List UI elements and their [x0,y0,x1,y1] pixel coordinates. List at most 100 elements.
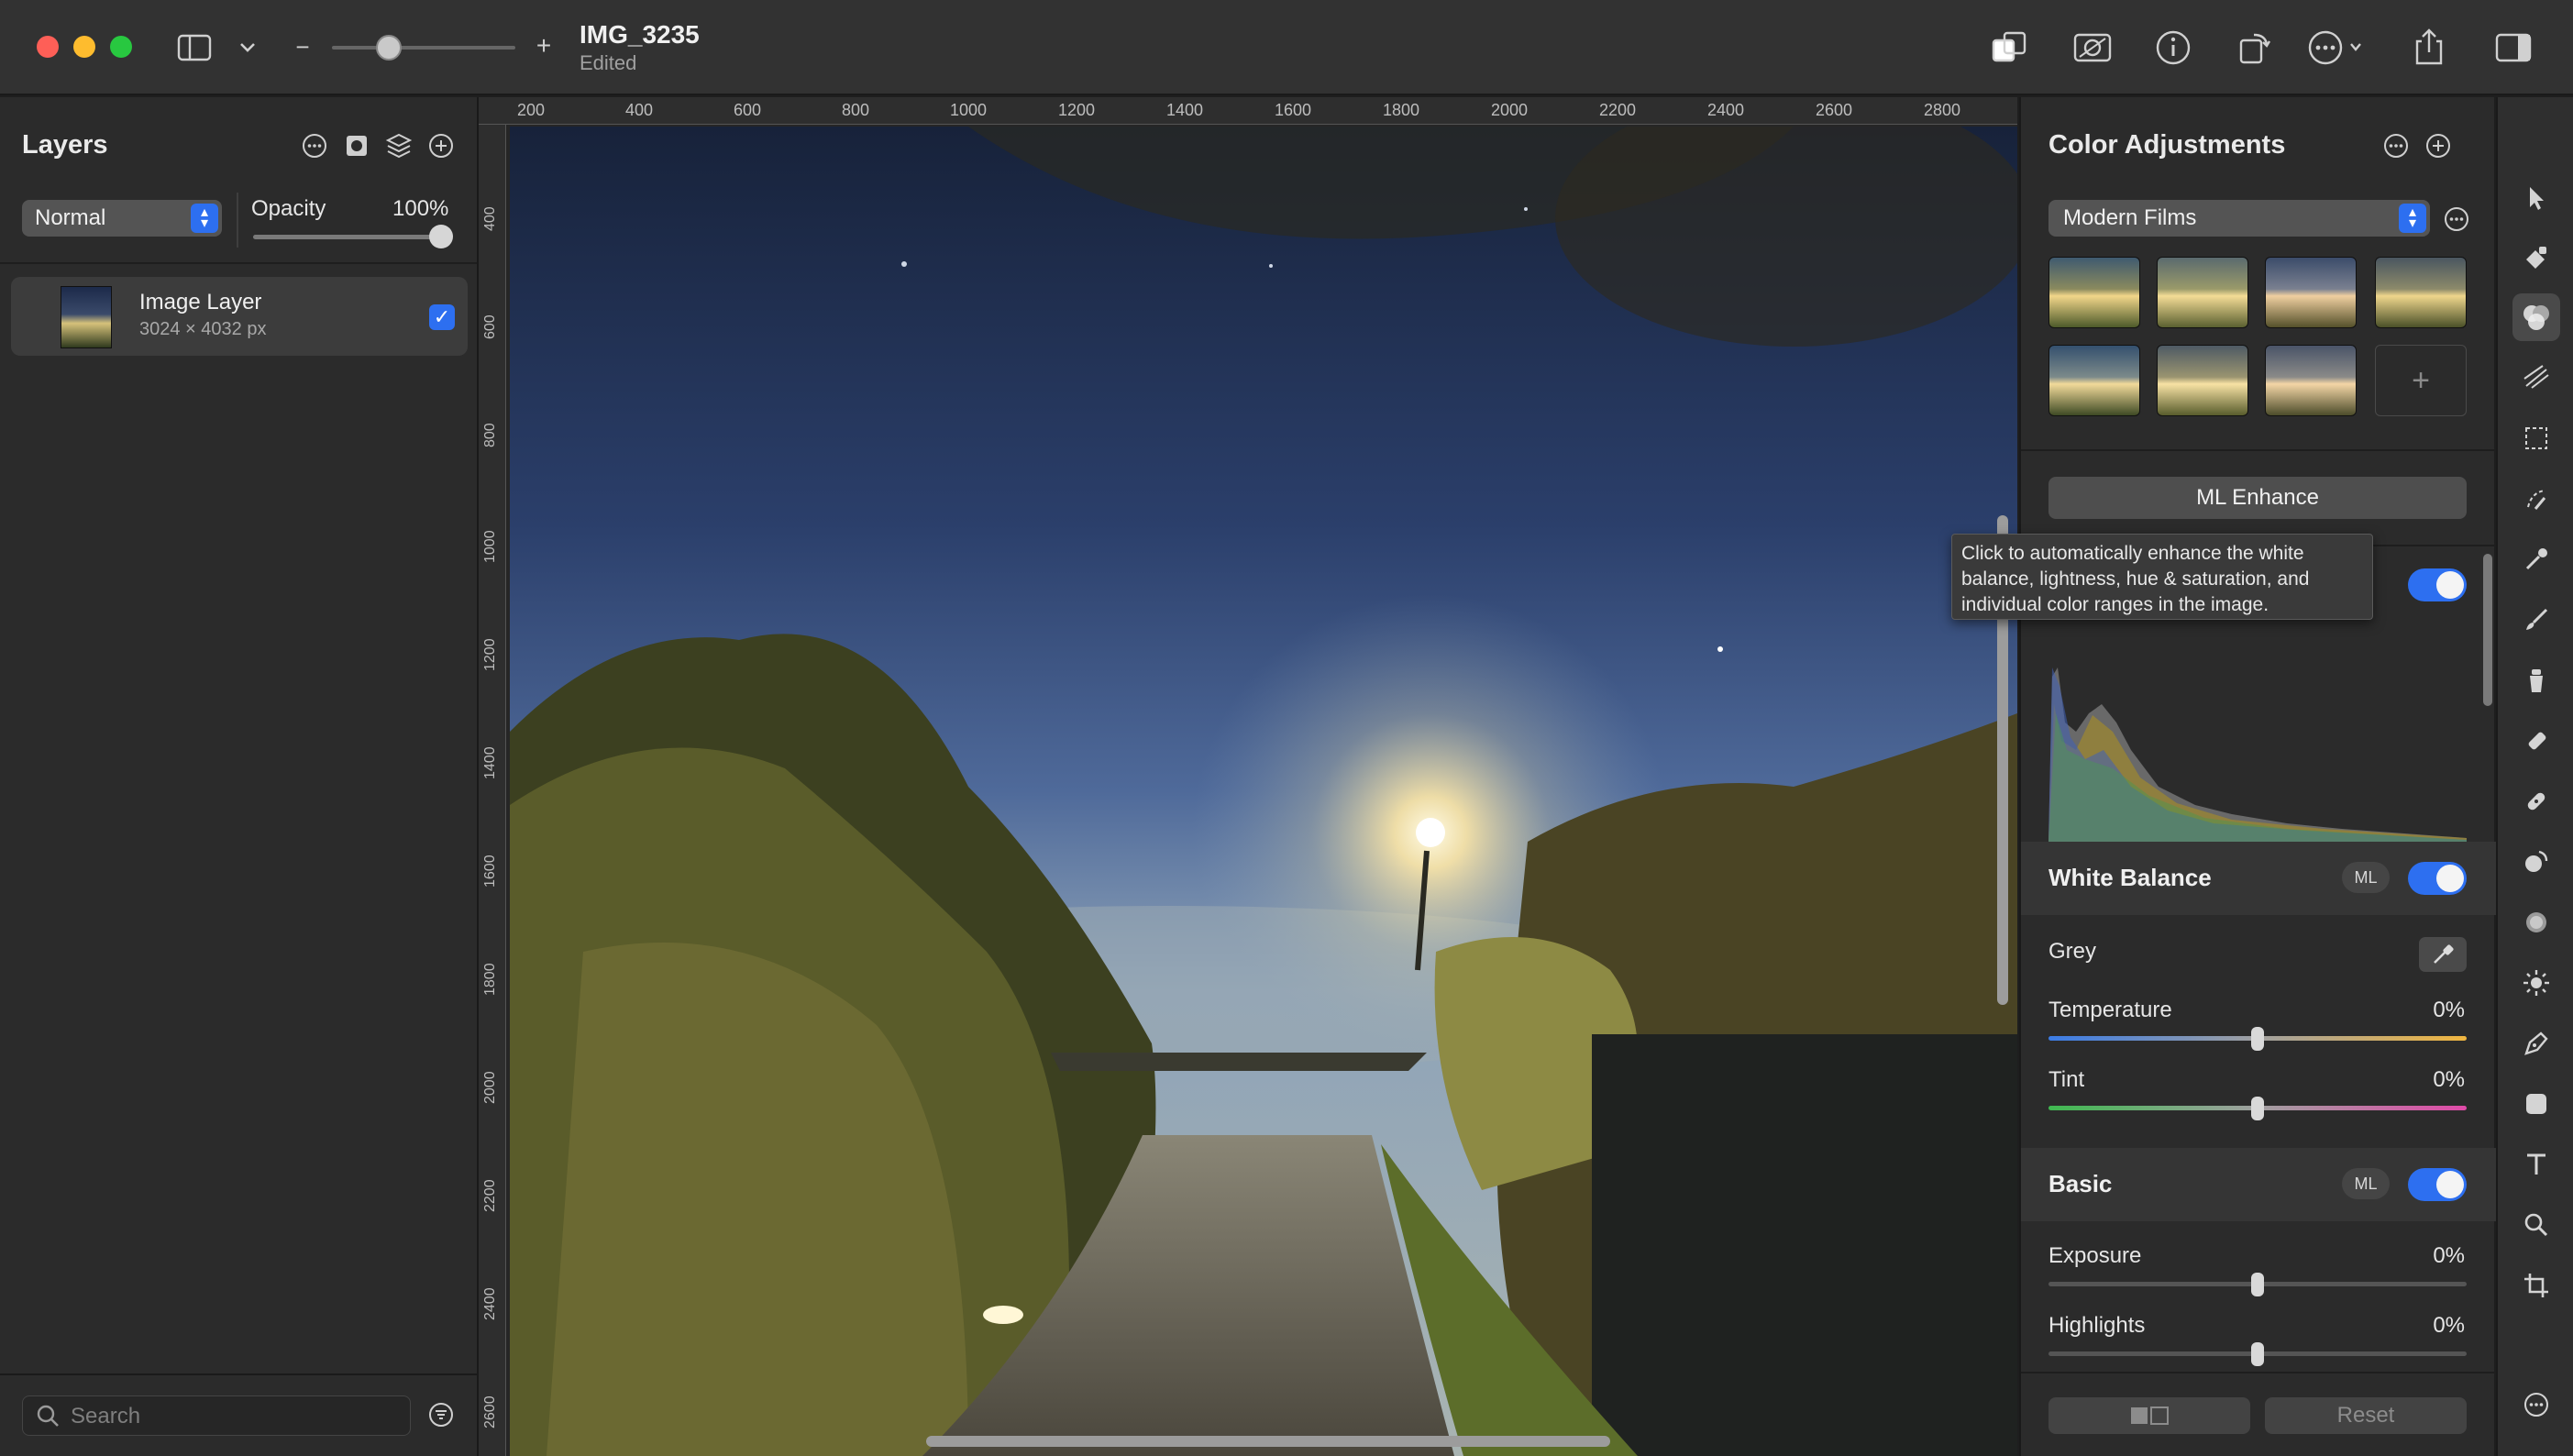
minimize-window-button[interactable] [73,36,95,58]
layer-visibility-checkbox[interactable]: ✓ [429,304,455,330]
basic-title: Basic [2048,1170,2113,1197]
exposure-slider-knob[interactable] [2251,1273,2264,1296]
canvas-area[interactable]: 200 400 600 800 1000 1200 1400 1600 1800… [479,97,2017,1456]
inspector-toggle-icon[interactable] [2492,28,2534,68]
rotate-icon[interactable] [2232,26,2276,70]
temperature-slider-knob[interactable] [2251,1027,2264,1051]
crop-tool-icon[interactable] [2512,1262,2560,1309]
ruler-tick: 1200 [1058,101,1096,119]
preset-thumbnail[interactable] [2265,257,2357,328]
white-balance-section-header[interactable]: White Balance ML [2021,842,2496,915]
horizontal-scrollbar[interactable] [926,1436,1610,1447]
zoom-out-button[interactable]: − [292,31,314,62]
preset-thumbnail[interactable] [2157,345,2248,416]
select-tool-icon[interactable] [2512,174,2560,222]
preset-thumbnail[interactable] [2048,345,2140,416]
opacity-label: Opacity [251,196,326,221]
color-picker-tool-icon[interactable] [2512,535,2560,583]
ruler-tick: 400 [625,101,654,119]
preset-thumbnail[interactable] [2048,257,2140,328]
add-adjustment-icon[interactable] [2423,130,2454,161]
add-layer-icon[interactable] [425,130,457,161]
temperature-label: Temperature [2048,998,2172,1022]
effects-tool-icon[interactable] [2512,354,2560,402]
ruler-tick: 1800 [1383,101,1420,119]
layer-row[interactable]: Image Layer 3024 × 4032 px ✓ [11,277,468,356]
eyedropper-button[interactable] [2419,937,2467,972]
filter-icon[interactable] [425,1399,457,1430]
info-icon[interactable] [2151,26,2195,70]
light-tool-icon[interactable] [2512,959,2560,1007]
rect-select-tool-icon[interactable] [2512,414,2560,462]
preset-thumbnail[interactable] [2265,345,2357,416]
ruler-tick: 200 [517,101,546,119]
divider [2021,449,2496,451]
add-mask-icon[interactable] [341,130,372,161]
highlights-slider-knob[interactable] [2251,1342,2264,1366]
white-balance-ml-button[interactable]: ML [2342,862,2390,893]
share-icon[interactable] [2408,24,2450,70]
toolbar: − + IMG_3235 Edited [0,0,2573,95]
preset-more-icon[interactable] [2441,204,2472,235]
zoom-slider-knob[interactable] [376,35,402,61]
zoom-tool-icon[interactable] [2512,1201,2560,1249]
photo-canvas[interactable] [510,127,2017,1456]
chevron-down-icon[interactable] [237,35,259,61]
compare-icon[interactable] [1988,26,2032,70]
pen-tool-icon[interactable] [2512,1020,2560,1067]
ruler-tick: 2200 [482,1179,498,1212]
opacity-slider-knob[interactable] [429,225,453,248]
more-tools-icon[interactable] [2512,1381,2560,1428]
basic-toggle[interactable] [2408,1168,2467,1201]
paint-style-icon[interactable] [2512,235,2560,282]
layer-name: Image Layer [139,290,262,314]
more-icon[interactable] [2307,26,2368,70]
ruler-tick: 1400 [482,746,498,779]
basic-ml-button[interactable]: ML [2342,1168,2390,1199]
adjustments-scrollbar[interactable] [2483,554,2492,706]
layers-more-icon[interactable] [299,130,330,161]
shape-tool-icon[interactable] [2512,1080,2560,1128]
close-window-button[interactable] [37,36,59,58]
document-title: IMG_3235 [580,20,700,49]
add-preset-button[interactable]: + [2375,345,2467,416]
layers-footer [0,1373,477,1456]
ml-enhance-tooltip: Click to automatically enhance the white… [1951,534,2373,620]
search-input[interactable] [71,1402,401,1431]
preset-thumbnail[interactable] [2157,257,2248,328]
reset-button[interactable]: Reset [2265,1397,2467,1434]
layer-thumbnail [61,286,112,348]
adjustments-master-toggle[interactable] [2408,568,2467,601]
preset-thumbnail[interactable] [2375,257,2467,328]
zoom-slider-track[interactable] [332,46,515,50]
ml-enhance-button[interactable]: ML Enhance [2048,477,2467,519]
sidebar-toggle-icon[interactable] [176,31,213,64]
white-balance-toggle[interactable] [2408,862,2467,895]
blend-mode-select[interactable]: Normal ▴ ▾ [22,200,222,237]
preset-group-select[interactable]: Modern Films ▴ ▾ [2048,200,2430,237]
blur-tool-icon[interactable] [2512,899,2560,946]
layer-search-field[interactable] [22,1395,411,1436]
layer-stack-icon[interactable] [383,130,414,161]
clone-tool-icon[interactable] [2512,656,2560,704]
blend-tool-icon[interactable] [2512,838,2560,886]
text-tool-icon[interactable] [2512,1141,2560,1188]
adjustments-more-icon[interactable] [2380,130,2412,161]
quick-select-tool-icon[interactable] [2512,475,2560,523]
eraser-tool-icon[interactable] [2512,717,2560,765]
histogram [2048,649,2467,842]
basic-section-header[interactable]: Basic ML [2021,1148,2496,1221]
brush-tool-icon[interactable] [2512,596,2560,644]
opacity-slider-track[interactable] [253,235,446,239]
ml-mask-icon[interactable] [2071,26,2115,70]
ruler-tick: 1600 [1275,101,1312,119]
ruler-tick: 400 [482,206,498,231]
compare-split-button[interactable] [2048,1397,2250,1434]
retouch-tool-icon[interactable] [2512,778,2560,825]
opacity-value: 100% [392,196,449,221]
tint-slider-knob[interactable] [2251,1097,2264,1120]
color-adjust-tool-icon[interactable] [2512,293,2560,341]
zoom-in-button[interactable]: + [532,29,556,62]
zoom-window-button[interactable] [110,36,132,58]
highlights-value: 0% [2433,1313,2465,1338]
